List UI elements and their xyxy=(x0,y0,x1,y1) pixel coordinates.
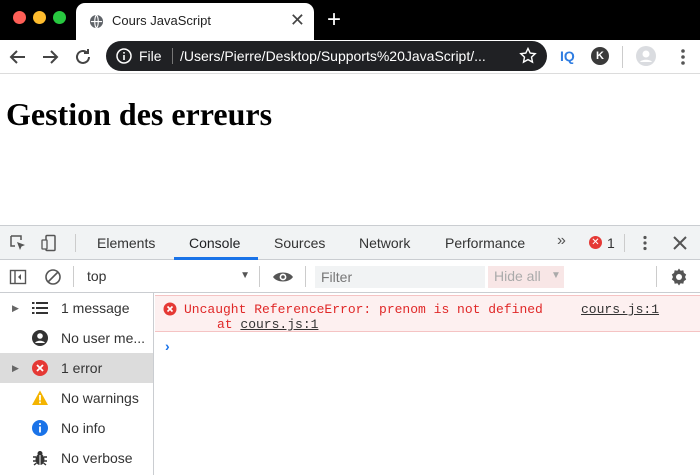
back-arrow-icon[interactable] xyxy=(6,45,30,69)
extension-k-label: K xyxy=(596,50,604,62)
context-select-value: top xyxy=(87,268,107,284)
bookmark-star-icon[interactable] xyxy=(518,46,538,66)
sidebar-item-verbose[interactable]: No verbose xyxy=(0,443,153,473)
eye-icon[interactable] xyxy=(272,268,294,286)
sidebar-item-label: 1 error xyxy=(61,360,103,376)
url-scheme-label: File xyxy=(139,48,162,64)
close-devtools-icon[interactable] xyxy=(671,234,689,252)
address-bar[interactable]: File /Users/Pierre/Desktop/Supports%20Ja… xyxy=(106,41,547,71)
devtools-separator xyxy=(305,266,306,287)
error-text: Uncaught ReferenceError: prenom is not d… xyxy=(184,302,543,317)
person-icon xyxy=(640,50,652,62)
devtools-separator xyxy=(656,266,657,287)
sidebar-item-warnings[interactable]: No warnings xyxy=(0,383,153,413)
sidebar-item-label: No info xyxy=(61,420,106,436)
tab-title: Cours JavaScript xyxy=(112,13,211,28)
zoom-window-button[interactable] xyxy=(53,11,66,24)
tab-sources[interactable]: Sources xyxy=(274,235,325,251)
stack-prefix: at xyxy=(217,317,241,332)
sidebar-item-info[interactable]: No info xyxy=(0,413,153,443)
info-icon xyxy=(32,420,48,436)
device-toolbar-icon[interactable] xyxy=(41,234,59,252)
close-tab-icon[interactable]: ✕ xyxy=(290,10,305,30)
expand-arrow-icon[interactable]: ▶ xyxy=(12,303,19,314)
devtools-separator xyxy=(75,234,76,252)
forward-arrow-icon[interactable] xyxy=(38,45,62,69)
url-text[interactable]: /Users/Pierre/Desktop/Supports%20JavaScr… xyxy=(180,48,486,64)
user-icon xyxy=(32,330,48,346)
browser-tab[interactable]: Cours JavaScript ✕ xyxy=(76,3,314,40)
browser-toolbar: File /Users/Pierre/Desktop/Supports%20Ja… xyxy=(0,40,700,74)
chevron-down-icon: ▼ xyxy=(551,270,561,281)
sidebar-item-label: 1 message xyxy=(61,300,130,316)
devtools-tab-bar: Elements Console Sources Network Perform… xyxy=(0,226,700,260)
bug-icon xyxy=(33,451,47,466)
console-filter-bar: top ▼ Hide all ▼ xyxy=(0,260,700,293)
warning-icon xyxy=(32,390,48,405)
tab-console[interactable]: Console xyxy=(189,235,240,251)
console-prompt[interactable]: › xyxy=(165,338,170,354)
context-select[interactable]: top ▼ xyxy=(76,267,254,287)
console-output: Uncaught ReferenceError: prenom is not d… xyxy=(155,293,700,475)
log-levels-dropdown[interactable]: Hide all ▼ xyxy=(488,266,564,288)
console-error-message[interactable]: Uncaught ReferenceError: prenom is not d… xyxy=(155,295,700,332)
browser-menu-icon[interactable] xyxy=(676,46,690,68)
console-filter-input[interactable] xyxy=(315,266,485,288)
log-levels-label: Hide all xyxy=(494,268,541,284)
expand-arrow-icon[interactable]: ▶ xyxy=(12,363,19,374)
reload-icon[interactable] xyxy=(71,45,95,69)
error-badge-icon[interactable]: ✕ xyxy=(589,236,602,249)
error-icon xyxy=(163,302,177,316)
sidebar-item-user-messages[interactable]: No user me... xyxy=(0,323,153,353)
error-source-link[interactable]: cours.js:1 xyxy=(581,302,659,317)
sidebar-item-messages[interactable]: ▶ 1 message xyxy=(0,293,153,323)
sidebar-item-label: No warnings xyxy=(61,390,139,406)
error-count[interactable]: 1 xyxy=(607,235,615,251)
minimize-window-button[interactable] xyxy=(33,11,46,24)
sidebar-toggle-icon[interactable] xyxy=(9,268,27,286)
window-titlebar: Cours JavaScript ✕ + xyxy=(0,0,700,40)
profile-avatar[interactable] xyxy=(636,46,656,66)
toolbar-separator xyxy=(622,46,623,68)
gear-icon[interactable] xyxy=(669,267,689,287)
inspect-element-icon[interactable] xyxy=(9,234,27,252)
extension-iq-icon[interactable]: IQ xyxy=(560,48,575,64)
page-heading: Gestion des erreurs xyxy=(6,96,273,132)
error-icon xyxy=(32,360,48,376)
devtools-panel: Elements Console Sources Network Perform… xyxy=(0,225,700,475)
sidebar-item-label: No verbose xyxy=(61,450,133,466)
tab-performance[interactable]: Performance xyxy=(445,235,525,251)
tab-network[interactable]: Network xyxy=(359,235,410,251)
info-circle-icon[interactable] xyxy=(116,48,132,64)
stack-source-link[interactable]: cours.js:1 xyxy=(240,317,318,332)
devtools-menu-icon[interactable] xyxy=(636,234,654,252)
more-tabs-icon[interactable]: » xyxy=(557,232,566,250)
sidebar-item-errors[interactable]: ▶ 1 error xyxy=(0,353,153,383)
chevron-down-icon: ▼ xyxy=(240,270,250,281)
extension-k-icon[interactable]: K xyxy=(591,47,609,65)
clear-console-icon[interactable] xyxy=(44,268,62,286)
url-separator xyxy=(172,48,173,64)
sidebar-item-label: No user me... xyxy=(61,330,146,346)
console-sidebar: ▶ 1 message No user me... ▶ 1 error No w… xyxy=(0,293,154,475)
close-window-button[interactable] xyxy=(13,11,26,24)
devtools-separator xyxy=(624,234,625,252)
error-stack-line: at cours.js:1 xyxy=(217,317,318,332)
devtools-separator xyxy=(73,266,74,287)
globe-icon xyxy=(89,14,104,29)
devtools-separator xyxy=(259,266,260,287)
new-tab-button[interactable]: + xyxy=(327,5,341,35)
list-icon xyxy=(32,302,48,314)
tab-elements[interactable]: Elements xyxy=(97,235,155,251)
